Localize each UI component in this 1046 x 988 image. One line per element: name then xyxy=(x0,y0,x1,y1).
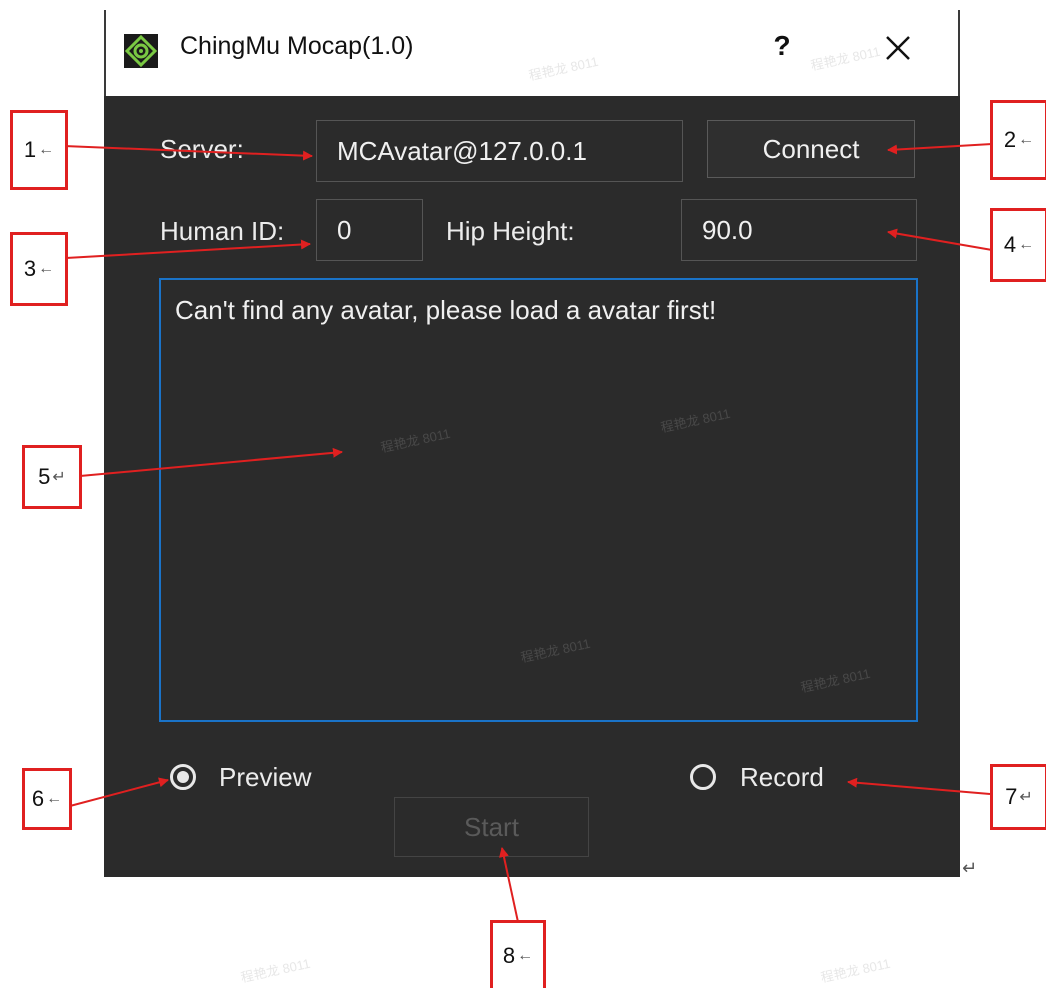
callout-6: 6 ← xyxy=(22,768,72,830)
callout-7: 7 ↵ xyxy=(990,764,1046,830)
callout-3: 3 ← xyxy=(10,232,68,306)
callout-1: 1 ← xyxy=(10,110,68,190)
callout-8: 8 ← xyxy=(490,920,546,988)
callout-5: 5 ↵ xyxy=(22,445,82,509)
annotation-arrows xyxy=(63,143,993,923)
callout-2: 2 ← xyxy=(990,100,1046,180)
callout-4: 4 ← xyxy=(990,208,1046,282)
